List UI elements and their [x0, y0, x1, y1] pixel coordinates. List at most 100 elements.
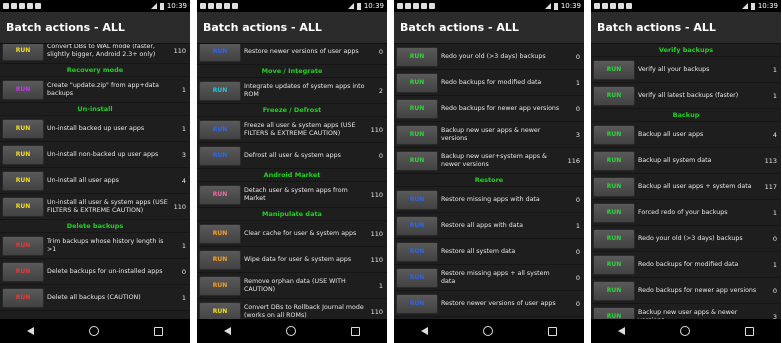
run-button[interactable]: RUN	[396, 46, 438, 67]
run-button[interactable]: RUN	[396, 98, 438, 119]
run-button[interactable]: RUN	[2, 144, 44, 165]
run-button[interactable]: RUN	[593, 254, 635, 275]
run-button[interactable]: RUN	[593, 280, 635, 301]
run-button[interactable]: RUN	[396, 215, 438, 236]
app-count: 2	[378, 86, 383, 95]
home-icon[interactable]	[285, 326, 296, 336]
app-count: 117	[764, 182, 777, 191]
app-count: 0	[181, 267, 186, 276]
run-button[interactable]: RUN	[396, 241, 438, 262]
recent-apps-icon[interactable]	[350, 326, 360, 336]
action-label: Freeze all user & system apps (USE FILTE…	[244, 121, 356, 137]
recent-apps-icon[interactable]	[547, 326, 557, 336]
notification-icon	[11, 3, 17, 9]
clock: 10:39	[363, 2, 384, 10]
run-button[interactable]: RUN	[199, 145, 241, 166]
signal-icon	[544, 3, 551, 9]
run-button[interactable]: RUN	[396, 150, 438, 171]
app-count: 110	[370, 229, 383, 238]
action-label: Restore missing apps + all system data	[441, 269, 550, 285]
run-button[interactable]: RUN	[2, 118, 44, 139]
run-button[interactable]: RUN	[2, 287, 44, 308]
action-label: Convert DBs to Rollback Journal mode (wo…	[244, 303, 364, 319]
run-button[interactable]: RUN	[2, 261, 44, 282]
run-button[interactable]: RUN	[199, 249, 241, 270]
app-count: 113	[764, 156, 777, 165]
run-button[interactable]: RUN	[2, 235, 44, 256]
back-icon[interactable]	[618, 327, 626, 335]
run-button[interactable]: RUN	[396, 189, 438, 210]
run-button[interactable]: RUN	[2, 44, 44, 61]
run-button[interactable]: RUN	[2, 196, 44, 217]
app-count: 0	[772, 286, 777, 295]
app-bar-title: Batch actions - ALL	[394, 12, 584, 44]
run-button[interactable]: RUN	[199, 223, 241, 244]
batch-actions-list[interactable]: Verify backups RUN Verify all your backups…	[591, 44, 781, 319]
run-button[interactable]: RUN	[199, 80, 241, 101]
batch-action-row: RUN Restore missing apps with data 0	[394, 187, 584, 213]
app-count: 1	[772, 208, 777, 217]
action-label: Clear cache for user & system apps	[244, 229, 357, 237]
batch-actions-list[interactable]: RUN Redo your old (>3 days) backups 0 RUN Re…	[394, 44, 584, 319]
home-icon[interactable]	[679, 326, 690, 336]
run-button[interactable]: RUN	[593, 176, 635, 197]
run-button[interactable]: RUN	[593, 150, 635, 171]
notification-icon	[3, 3, 9, 9]
run-button[interactable]: RUN	[2, 170, 44, 191]
phone-screen-2: 10:39 Batch actions - ALL RUN Restore newer…	[197, 0, 387, 343]
batch-action-row: RUN Backup all user apps 4	[591, 122, 781, 148]
app-count: 0	[575, 52, 580, 61]
action-label: Create "update.zip" from app+data backup…	[47, 81, 159, 97]
phone-screen-3: 10:39 Batch actions - ALL RUN Redo your old…	[394, 0, 584, 343]
run-button[interactable]: RUN	[396, 72, 438, 93]
section-header: Un-install	[0, 103, 190, 116]
back-icon[interactable]	[224, 327, 232, 335]
run-button[interactable]: RUN	[199, 44, 241, 62]
app-count: 1	[378, 281, 383, 290]
action-label: Integrate updates of system apps into RO…	[244, 82, 365, 98]
run-button[interactable]: RUN	[593, 228, 635, 249]
batch-action-row: RUN Restore newer versions of user apps 0	[394, 291, 584, 317]
batch-action-row: RUN Restore all system data 0	[394, 239, 584, 265]
home-icon[interactable]	[88, 326, 99, 336]
action-label: Convert DBs to WAL mode (faster, slightl…	[47, 44, 156, 58]
action-label: Delete backups for un-installed apps	[47, 267, 163, 275]
batch-action-row: RUN Un-install backed up user apps 1	[0, 116, 190, 142]
run-button[interactable]: RUN	[593, 59, 635, 80]
home-icon[interactable]	[482, 326, 493, 336]
run-button[interactable]: RUN	[593, 85, 635, 106]
batch-action-row: RUN Convert DBs to WAL mode (faster, slig…	[0, 44, 190, 64]
run-button[interactable]: RUN	[199, 184, 241, 205]
phone-screen-4: 10:39 Batch actions - ALL Verify backups RU…	[591, 0, 781, 343]
back-icon[interactable]	[421, 327, 429, 335]
notification-icon	[19, 3, 25, 9]
batch-action-row: RUN Delete all backups (CAUTION) 1	[0, 285, 190, 311]
action-label: Redo backups for newer app versions	[441, 104, 560, 112]
run-button[interactable]: RUN	[396, 124, 438, 145]
run-button[interactable]: RUN	[396, 267, 438, 288]
section-header: Backup	[591, 109, 781, 122]
navigation-bar	[0, 319, 190, 343]
app-count: 1	[772, 91, 777, 100]
app-count: 0	[575, 299, 580, 308]
notification-icon	[208, 3, 214, 9]
run-button[interactable]: RUN	[593, 124, 635, 145]
signal-icon	[347, 3, 354, 9]
run-button[interactable]: RUN	[199, 275, 241, 296]
run-button[interactable]: RUN	[593, 306, 635, 319]
app-count: 1	[181, 241, 186, 250]
batch-actions-list[interactable]: RUN Restore newer versions of user apps 0 M…	[197, 44, 387, 319]
batch-actions-list[interactable]: RUN Convert DBs to WAL mode (faster, slig…	[0, 44, 190, 319]
clock: 10:39	[560, 2, 581, 10]
recent-apps-icon[interactable]	[744, 326, 754, 336]
run-button[interactable]: RUN	[199, 301, 241, 319]
action-label: Redo backups for modified data	[638, 260, 739, 268]
run-button[interactable]: RUN	[199, 119, 241, 140]
battery-icon	[159, 2, 164, 10]
back-icon[interactable]	[27, 327, 35, 335]
run-button[interactable]: RUN	[2, 79, 44, 100]
run-button[interactable]: RUN	[593, 202, 635, 223]
run-button[interactable]: RUN	[396, 293, 438, 314]
recent-apps-icon[interactable]	[153, 326, 163, 336]
action-label: Forced redo of your backups	[638, 208, 728, 216]
